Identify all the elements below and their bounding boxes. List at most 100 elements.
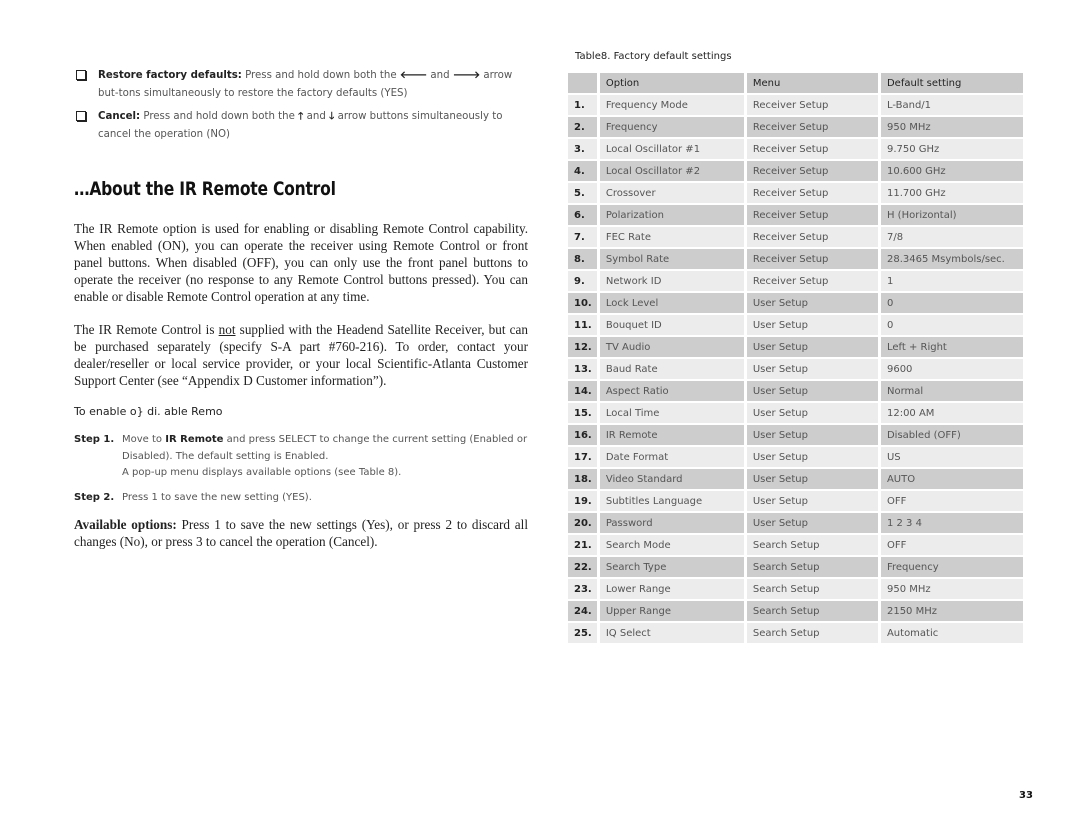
cell-option: FEC Rate (599, 227, 744, 247)
cell-default: 950 MHz (880, 117, 1023, 137)
cell-number: 12. (568, 337, 597, 357)
cell-option: Network ID (599, 271, 744, 291)
cell-option: TV Audio (599, 337, 744, 357)
cell-number: 15. (568, 403, 597, 423)
cell-option: Bouquet ID (599, 315, 744, 335)
cell-menu: Search Setup (746, 557, 878, 577)
cell-number: 23. (568, 579, 597, 599)
bullet-text-part: and (427, 70, 453, 81)
bullet-text-part: and (303, 111, 330, 122)
cell-menu: Receiver Setup (746, 205, 878, 225)
cell-option: Search Type (599, 557, 744, 577)
table-row: 7. FEC Rate Receiver Setup 7/8 (568, 227, 1023, 247)
cell-option: Upper Range (599, 601, 744, 621)
cell-number: 5. (568, 183, 597, 203)
cell-menu: Receiver Setup (746, 95, 878, 115)
bullet-cancel: Cancel: Press and hold down both the 🡑 a… (76, 108, 528, 144)
cell-menu: User Setup (746, 381, 878, 401)
factory-defaults-table: Option Menu Default setting 1. Frequency … (568, 73, 1023, 645)
cell-default: 950 MHz (880, 579, 1023, 599)
cell-option: Subtitles Language (599, 491, 744, 511)
cell-option: Local Oscillator #1 (599, 139, 744, 159)
table-row: 5. Crossover Receiver Setup 11.700 GHz (568, 183, 1023, 203)
table-row: 8. Symbol Rate Receiver Setup 28.3465 Msymb… (568, 249, 1023, 269)
cell-default: US (880, 447, 1023, 467)
cell-menu: Search Setup (746, 579, 878, 599)
table-row: 4. Local Oscillator #2 Receiver Setup 10.60… (568, 161, 1023, 181)
section-title: …About the IR Remote Control (74, 178, 336, 200)
cell-menu: Receiver Setup (746, 249, 878, 269)
cell-number: 24. (568, 601, 597, 621)
cell-number: 9. (568, 271, 597, 291)
cell-number: 11. (568, 315, 597, 335)
table-row: 1. Frequency Mode Receiver Setup L-Band/1 (568, 95, 1023, 115)
page-number: 33 (1019, 790, 1033, 801)
step-2: Step 2. Press 1 to save the new setting … (74, 490, 530, 507)
cell-option: Crossover (599, 183, 744, 203)
table-row: 15. Local Time User Setup 12:00 AM (568, 403, 1023, 423)
cell-menu: User Setup (746, 447, 878, 467)
cell-number: 20. (568, 513, 597, 533)
cell-option: Password (599, 513, 744, 533)
bullet-text-part: Press and hold down both the (140, 111, 299, 122)
cell-menu: User Setup (746, 425, 878, 445)
cell-number: 1. (568, 95, 597, 115)
cell-option: Frequency Mode (599, 95, 744, 115)
table-row: 6. Polarization Receiver Setup H (Horizonta… (568, 205, 1023, 225)
cell-number: 25. (568, 623, 597, 643)
checkbox-icon (76, 111, 86, 121)
table-row: 10. Lock Level User Setup 0 (568, 293, 1023, 313)
cell-default: 7/8 (880, 227, 1023, 247)
table-row: 19. Subtitles Language User Setup OFF (568, 491, 1023, 511)
table-row: 24. Upper Range Search Setup 2150 MHz (568, 601, 1023, 621)
cell-default: 1 (880, 271, 1023, 291)
table-row: 9. Network ID Receiver Setup 1 (568, 271, 1023, 291)
step-bold-term: IR Remote (165, 434, 224, 445)
cell-number: 13. (568, 359, 597, 379)
cell-menu: Receiver Setup (746, 117, 878, 137)
bullet-restore-defaults: Restore factory defaults: Press and hold… (76, 67, 528, 103)
bullet-text: Cancel: Press and hold down both the 🡑 a… (98, 108, 528, 144)
cell-menu: Receiver Setup (746, 271, 878, 291)
step-1: Step 1. Move to IR Remote and press SELE… (74, 432, 530, 482)
step-body: Press 1 to save the new setting (YES). (122, 490, 530, 507)
cell-default: 10.600 GHz (880, 161, 1023, 181)
cell-menu: User Setup (746, 337, 878, 357)
bullet-label: Restore factory defaults: (98, 70, 242, 81)
table-row: 21. Search Mode Search Setup OFF (568, 535, 1023, 555)
cell-menu: User Setup (746, 469, 878, 489)
table-caption: Table8. Factory default settings (575, 51, 732, 62)
cell-menu: Search Setup (746, 535, 878, 555)
cell-default: 1 2 3 4 (880, 513, 1023, 533)
cell-menu: Receiver Setup (746, 139, 878, 159)
header-menu: Menu (746, 73, 878, 93)
table-row: 14. Aspect Ratio User Setup Normal (568, 381, 1023, 401)
table-row: 17. Date Format User Setup US (568, 447, 1023, 467)
cell-default: H (Horizontal) (880, 205, 1023, 225)
cell-menu: User Setup (746, 491, 878, 511)
cell-number: 4. (568, 161, 597, 181)
checkbox-icon (76, 70, 86, 80)
table-row: 18. Video Standard User Setup AUTO (568, 469, 1023, 489)
table-row: 3. Local Oscillator #1 Receiver Setup 9.750… (568, 139, 1023, 159)
bullet-label: Cancel: (98, 111, 141, 122)
cell-option: Frequency (599, 117, 744, 137)
cell-option: Date Format (599, 447, 744, 467)
cell-menu: User Setup (746, 403, 878, 423)
cell-number: 7. (568, 227, 597, 247)
cell-option: IR Remote (599, 425, 744, 445)
cell-option: Aspect Ratio (599, 381, 744, 401)
cell-number: 14. (568, 381, 597, 401)
cell-number: 18. (568, 469, 597, 489)
table-row: 11. Bouquet ID User Setup 0 (568, 315, 1023, 335)
cell-default: 9.750 GHz (880, 139, 1023, 159)
cell-option: Polarization (599, 205, 744, 225)
available-options-label: Available options: (74, 517, 177, 532)
cell-number: 19. (568, 491, 597, 511)
bullet-text-part: Press and hold down both the (241, 70, 400, 81)
cell-default: L-Band/1 (880, 95, 1023, 115)
cell-menu: User Setup (746, 513, 878, 533)
header-number (568, 73, 597, 93)
bullet-text: Restore factory defaults: Press and hold… (98, 67, 528, 103)
cell-number: 16. (568, 425, 597, 445)
